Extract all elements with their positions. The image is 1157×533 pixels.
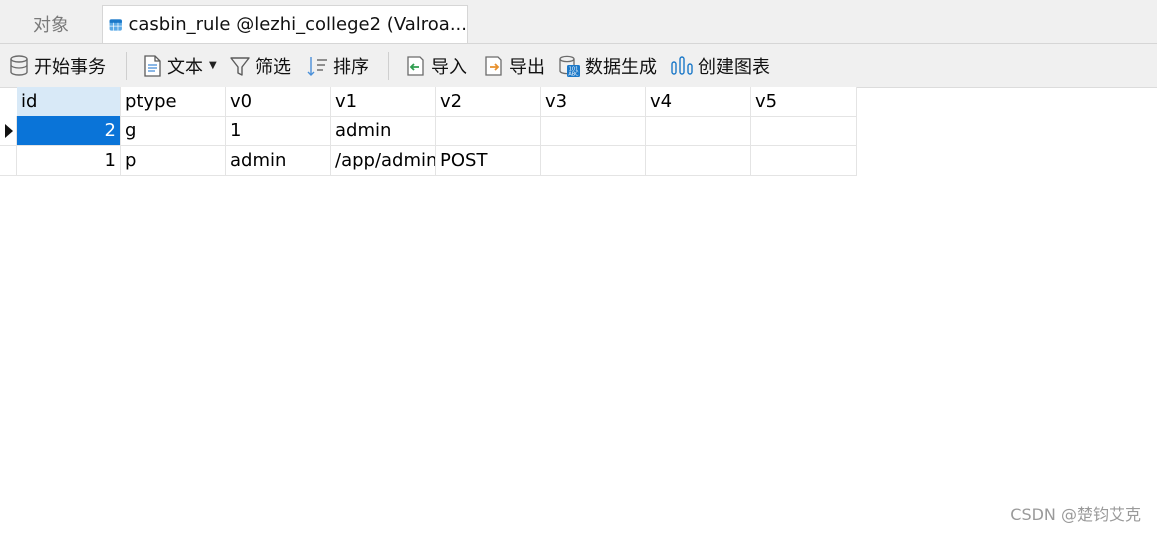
cell-id[interactable]: 1	[17, 146, 121, 176]
column-header-id[interactable]: id	[17, 87, 121, 117]
cell-v3[interactable]	[541, 116, 646, 146]
chart-icon	[671, 55, 693, 75]
column-header-v1[interactable]: v1	[331, 87, 436, 117]
cell-v5[interactable]	[751, 116, 857, 146]
svg-text:ABC: ABC	[568, 71, 579, 77]
row-indicator[interactable]	[0, 146, 17, 176]
column-header-v3[interactable]: v3	[541, 87, 646, 117]
column-header-ptype[interactable]: ptype	[121, 87, 226, 117]
import-label: 导入	[431, 56, 467, 78]
toolbar-divider	[126, 52, 127, 80]
text-label: 文本	[167, 56, 203, 78]
sort-label: 排序	[333, 56, 369, 78]
table-row[interactable]: 1 p admin /app/admin POST	[0, 146, 857, 176]
cell-id[interactable]: 2	[17, 116, 121, 146]
cell-v0[interactable]: admin	[226, 146, 331, 176]
cell-v1[interactable]: /app/admin	[331, 146, 436, 176]
column-header-v2[interactable]: v2	[436, 87, 541, 117]
document-icon	[144, 54, 161, 77]
tab-casbin-rule[interactable]: casbin_rule @lezhi_college2 (Valroa...	[102, 5, 468, 43]
begin-transaction-label: 开始事务	[34, 56, 106, 78]
column-header-v0[interactable]: v0	[226, 87, 331, 117]
tab-objects-label: 对象	[33, 15, 69, 36]
import-icon	[407, 55, 424, 76]
table-icon	[109, 18, 122, 31]
cell-v4[interactable]	[646, 146, 751, 176]
cell-ptype[interactable]: g	[121, 116, 226, 146]
create-chart-label: 创建图表	[698, 56, 770, 78]
watermark: CSDN @楚钧艾克	[1010, 505, 1141, 524]
cell-v2[interactable]: POST	[436, 146, 541, 176]
filter-icon	[230, 56, 250, 76]
table-row[interactable]: 2 g 1 admin	[0, 116, 857, 146]
begin-transaction-button[interactable]: 开始事务	[8, 44, 106, 87]
tab-objects[interactable]: 对象	[0, 5, 102, 43]
export-button[interactable]: 导出	[481, 44, 545, 87]
cell-v2[interactable]	[436, 116, 541, 146]
column-header-v4[interactable]: v4	[646, 87, 751, 117]
row-indicator[interactable]	[0, 116, 17, 146]
database-icon	[10, 54, 28, 76]
column-header-v5[interactable]: v5	[751, 87, 857, 117]
grid-header-row: id ptype v0 v1 v2 v3 v4 v5	[0, 87, 857, 117]
tab-title: casbin_rule @lezhi_college2 (Valroa...	[128, 14, 467, 35]
chevron-down-icon: ▼	[209, 60, 217, 71]
data-generation-icon: 101 ABC	[559, 55, 580, 77]
data-generation-label: 数据生成	[585, 56, 657, 78]
cell-v4[interactable]	[646, 116, 751, 146]
cell-v0[interactable]: 1	[226, 116, 331, 146]
filter-label: 筛选	[255, 56, 291, 78]
text-dropdown-button[interactable]: 文本 ▼	[141, 44, 217, 87]
cell-v1[interactable]: admin	[331, 116, 436, 146]
cell-ptype[interactable]: p	[121, 146, 226, 176]
toolbar-divider	[388, 52, 389, 80]
sort-button[interactable]: 排序	[305, 44, 369, 87]
cell-v5[interactable]	[751, 146, 857, 176]
filter-button[interactable]: 筛选	[229, 44, 291, 87]
toolbar: 开始事务 文本 ▼ 筛选 排序 导入 导出 101 ABC 数据生成 创建图表	[0, 44, 1157, 88]
sort-icon	[307, 56, 327, 76]
tab-bar: 对象 casbin_rule @lezhi_college2 (Valroa..…	[0, 0, 1157, 44]
import-button[interactable]: 导入	[403, 44, 467, 87]
data-generation-button[interactable]: 101 ABC 数据生成	[557, 44, 657, 87]
create-chart-button[interactable]: 创建图表	[670, 44, 770, 87]
cell-v3[interactable]	[541, 146, 646, 176]
current-row-arrow-icon	[5, 124, 13, 138]
export-label: 导出	[509, 56, 545, 78]
export-icon	[485, 55, 502, 76]
